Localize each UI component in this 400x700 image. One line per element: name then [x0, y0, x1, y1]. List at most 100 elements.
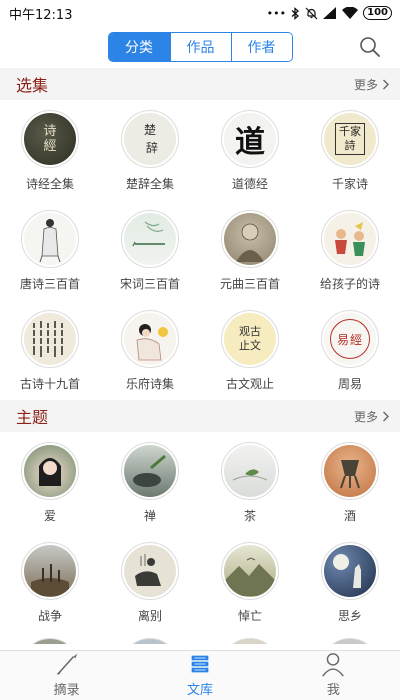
tab-excerpts[interactable]: 摘录: [0, 651, 133, 700]
horse-rider-illustration: [135, 554, 161, 586]
collection-zhouyi[interactable]: 易經 周易: [300, 300, 400, 400]
tea-leaf-illustration: [232, 469, 268, 481]
theme-label: 禅: [143, 509, 156, 523]
theme-thumbnail: [321, 442, 379, 500]
collection-guwen[interactable]: 观古 止文 古文观止: [200, 300, 300, 400]
bronze-vessel-illustration: [340, 460, 360, 489]
more-label: 更多: [353, 409, 378, 424]
collection-yuanqu[interactable]: 元曲三百首: [200, 200, 300, 300]
theme-thumbnail: [21, 442, 79, 500]
collection-thumbnail: 千家詩: [321, 110, 379, 168]
theme-label: 离别: [137, 609, 162, 623]
collection-label: 唐诗三百首: [19, 277, 80, 291]
theme-label: 爱: [43, 509, 56, 523]
landscape-illustration: [225, 557, 275, 596]
theme-more-link[interactable]: 更多: [354, 408, 390, 425]
collection-daodejing[interactable]: 道 道德经: [200, 100, 300, 200]
anthology-header: 选集 更多: [0, 68, 400, 100]
anthology-more-link[interactable]: 更多: [354, 76, 390, 93]
scholar-portrait-illustration: [236, 223, 264, 262]
stones-illustration: [133, 454, 166, 487]
theme-parting[interactable]: 离别: [100, 532, 200, 632]
theme-label: 战争: [37, 609, 62, 623]
tab-label: 文库: [186, 683, 213, 698]
theme-thumbnail: [121, 442, 179, 500]
collection-chuci[interactable]: 楚 辞 楚辞全集: [100, 100, 200, 200]
collection-label: 给孩子的诗: [319, 277, 380, 291]
theme-wine[interactable]: 酒: [300, 432, 400, 532]
woman-portrait-illustration: [39, 458, 61, 486]
anthology-grid: 诗經 诗经全集 楚 辞 楚辞全集 道 道德经 千家詩 千家诗 唐诗三百首 宋词三…: [0, 100, 400, 400]
theme-thumbnail-partial: [300, 632, 400, 644]
theme-label: 酒: [343, 509, 356, 523]
more-label: 更多: [353, 77, 378, 92]
collection-thumbnail: 道: [221, 110, 279, 168]
theme-tea[interactable]: 茶: [200, 432, 300, 532]
search-icon: [360, 37, 380, 57]
theme-thumbnail-partial: [100, 632, 200, 644]
poet-figure-illustration: [39, 219, 61, 263]
tab-label: 我: [326, 683, 340, 698]
theme-mourning[interactable]: 悼亡: [200, 532, 300, 632]
collection-shijing[interactable]: 诗經 诗经全集: [0, 100, 100, 200]
status-time: 中午12:13: [9, 7, 73, 23]
theme-war[interactable]: 战争: [0, 532, 100, 632]
theme-thumbnail: [221, 542, 279, 600]
theme-header: 主题 更多: [0, 400, 400, 432]
section-title: 选集: [16, 76, 49, 95]
chevron-right-icon: [383, 411, 389, 421]
collection-label: 诗经全集: [25, 177, 74, 191]
moon-figure-illustration: [333, 554, 361, 588]
collection-label: 古文观止: [225, 377, 274, 391]
theme-thumbnail: [21, 542, 79, 600]
tab-library[interactable]: 文库: [133, 651, 266, 700]
children-illustration: [335, 222, 365, 256]
collection-thumbnail: [121, 310, 179, 368]
theme-grid: 爱 禅 茶 酒 战争 离别 悼亡 思乡: [0, 432, 400, 632]
theme-grid-next-row: [0, 632, 400, 644]
tab-me[interactable]: 我: [267, 651, 400, 700]
collection-thumbnail: [21, 310, 79, 368]
collection-label: 千家诗: [331, 177, 368, 191]
collection-qianjiashi[interactable]: 千家詩 千家诗: [300, 100, 400, 200]
collection-label: 古诗十九首: [19, 377, 80, 391]
collection-for-children[interactable]: 给孩子的诗: [300, 200, 400, 300]
tab-works[interactable]: 作品: [169, 33, 231, 61]
collection-gushi-19[interactable]: 古诗十九首: [0, 300, 100, 400]
mute-icon: [305, 7, 318, 19]
section-title: 主题: [16, 408, 49, 427]
battery-icon: 100: [363, 6, 392, 20]
category-switcher: 分类 作品 作者: [107, 32, 293, 62]
signal-icon: [323, 7, 337, 19]
collection-thumbnail: 楚 辞: [121, 110, 179, 168]
collection-thumbnail: [121, 210, 179, 268]
tab-category[interactable]: 分类: [108, 33, 170, 61]
theme-love[interactable]: 爱: [0, 432, 100, 532]
collection-thumbnail: [21, 210, 79, 268]
collection-label: 周易: [337, 377, 362, 391]
theme-homesick[interactable]: 思乡: [300, 532, 400, 632]
status-icons: ••• 100: [267, 6, 392, 20]
collection-tangshi[interactable]: 唐诗三百首: [0, 200, 100, 300]
theme-label: 茶: [243, 509, 256, 523]
search-button[interactable]: [358, 35, 382, 59]
collection-thumbnail: [221, 210, 279, 268]
status-bar: 中午12:13 ••• 100: [0, 0, 400, 26]
theme-zen[interactable]: 禅: [100, 432, 200, 532]
lady-illustration: [136, 324, 168, 361]
collection-thumbnail: 易經: [321, 310, 379, 368]
collection-yuefu[interactable]: 乐府诗集: [100, 300, 200, 400]
collection-label: 乐府诗集: [125, 377, 174, 391]
wifi-icon: [342, 7, 359, 19]
user-icon: [322, 653, 345, 677]
books-icon: [191, 655, 209, 673]
tab-authors[interactable]: 作者: [230, 33, 292, 61]
collection-songci[interactable]: 宋词三百首: [100, 200, 200, 300]
theme-thumbnail-partial: [0, 632, 100, 644]
bottom-tab-bar: 摘录 文库 我: [0, 650, 400, 700]
theme-label: 思乡: [337, 609, 362, 623]
calligraphy-illustration: [32, 321, 68, 357]
collection-thumbnail: 观古 止文: [221, 310, 279, 368]
top-bar: 分类 作品 作者: [0, 26, 400, 68]
soldiers-illustration: [31, 564, 69, 596]
